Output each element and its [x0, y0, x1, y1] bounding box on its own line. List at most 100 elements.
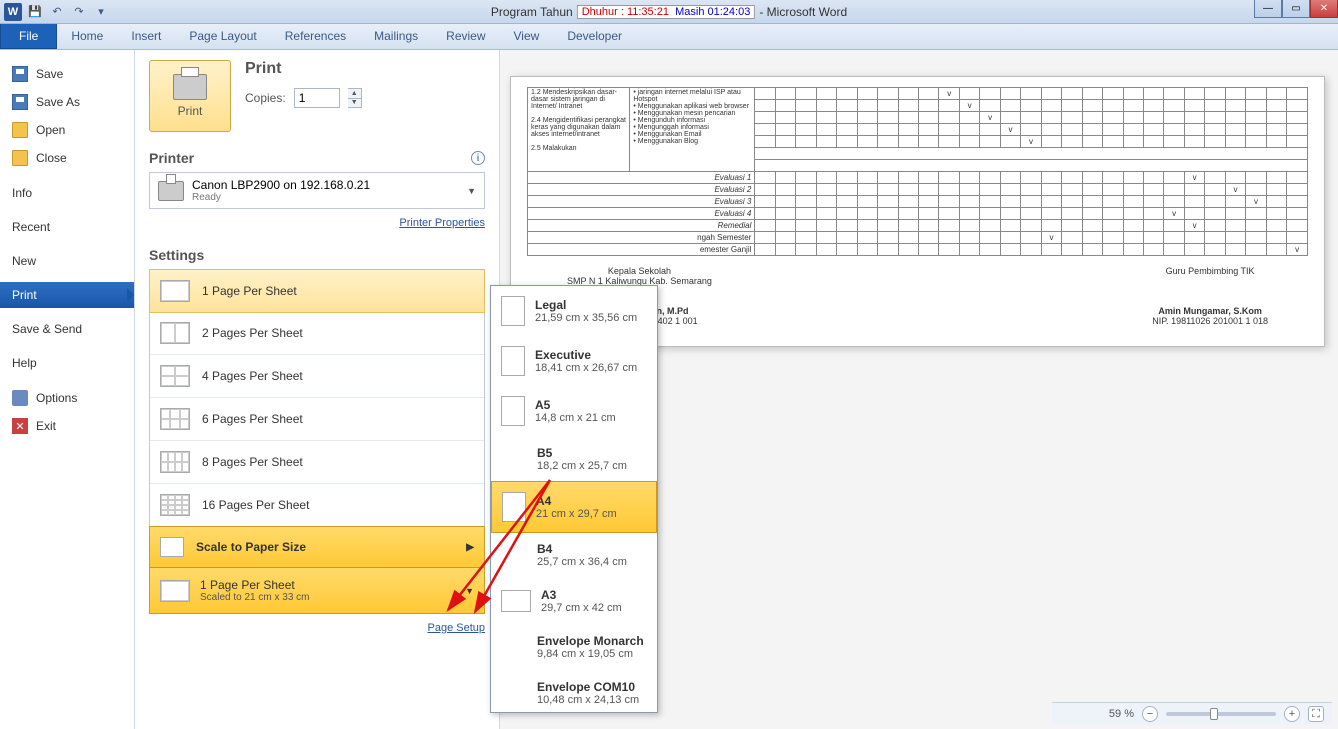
printer-section-header: Printer — [149, 150, 194, 166]
sidebar-close[interactable]: Close — [0, 144, 134, 172]
window-title: Program Tahun Dhuhur : 11:35:21 Masih 01… — [491, 5, 847, 19]
backstage-sidebar: Save Save As Open Close Info Recent New … — [0, 50, 135, 729]
chevron-right-icon: ▶ — [466, 542, 474, 553]
tab-references[interactable]: References — [271, 24, 360, 49]
paper-size-envelope-com10[interactable]: Envelope COM1010,48 cm x 24,13 cm — [491, 670, 657, 713]
printer-dropdown[interactable]: Canon LBP2900 on 192.168.0.21 Ready ▼ — [149, 172, 485, 209]
copies-input[interactable] — [294, 88, 340, 108]
paper-sheet-icon — [501, 590, 531, 612]
tab-home[interactable]: Home — [57, 24, 117, 49]
exit-icon: ✕ — [12, 418, 28, 434]
close-button[interactable]: ✕ — [1310, 0, 1338, 18]
sidebar-open[interactable]: Open — [0, 116, 134, 144]
sidebar-options[interactable]: Options — [0, 384, 134, 412]
ribbon: File Home Insert Page Layout References … — [0, 24, 1338, 50]
pps-2[interactable]: 2 Pages Per Sheet — [150, 312, 484, 355]
sidebar-save[interactable]: Save — [0, 60, 134, 88]
info-icon[interactable]: i — [471, 151, 485, 165]
qat-customize-icon[interactable]: ▾ — [92, 3, 110, 21]
scale-icon — [160, 537, 184, 557]
copies-label: Copies: — [245, 91, 286, 105]
minimize-button[interactable]: — — [1254, 0, 1282, 18]
word-icon: W — [4, 3, 22, 21]
copies-spinner[interactable]: ▲▼ — [348, 88, 362, 108]
paper-sheet-icon — [501, 396, 525, 426]
zoom-out-button[interactable]: − — [1142, 706, 1158, 722]
titlebar: W 💾 ↶ ↷ ▾ Program Tahun Dhuhur : 11:35:2… — [0, 0, 1338, 24]
prayer-time-widget: Dhuhur : 11:35:21 Masih 01:24:03 — [577, 5, 756, 19]
pps-4[interactable]: 4 Pages Per Sheet — [150, 355, 484, 398]
page-6-icon — [160, 408, 190, 430]
page-16-icon — [160, 494, 190, 516]
qat-redo-icon[interactable]: ↷ — [70, 3, 88, 21]
app-name: - Microsoft Word — [759, 5, 847, 19]
zoom-in-button[interactable]: + — [1284, 706, 1300, 722]
sidebar-recent[interactable]: Recent — [0, 214, 134, 240]
page-setup-link[interactable]: Page Setup — [428, 622, 486, 634]
maximize-button[interactable]: ▭ — [1282, 0, 1310, 18]
pps-1[interactable]: 1 Page Per Sheet — [149, 269, 485, 313]
sidebar-save-send[interactable]: Save & Send — [0, 316, 134, 342]
tab-view[interactable]: View — [500, 24, 554, 49]
sidebar-help[interactable]: Help — [0, 350, 134, 376]
pps-current[interactable]: 1 Page Per Sheet Scaled to 21 cm x 33 cm… — [149, 567, 485, 614]
qat-save-icon[interactable]: 💾 — [26, 3, 44, 21]
paper-sheet-icon — [502, 492, 526, 522]
tab-insert[interactable]: Insert — [117, 24, 175, 49]
file-tab[interactable]: File — [0, 24, 57, 49]
zoom-fit-button[interactable]: ⛶ — [1308, 706, 1324, 722]
page-4-icon — [160, 365, 190, 387]
paper-size-b4[interactable]: B425,7 cm x 36,4 cm — [491, 532, 657, 578]
pps-16[interactable]: 16 Pages Per Sheet — [150, 484, 484, 527]
paper-size-envelope-monarch[interactable]: Envelope Monarch9,84 cm x 19,05 cm — [491, 624, 657, 670]
page-8-icon — [160, 451, 190, 473]
printer-name: Canon LBP2900 on 192.168.0.21 — [192, 178, 370, 192]
sidebar-exit[interactable]: ✕Exit — [0, 412, 134, 440]
qat-undo-icon[interactable]: ↶ — [48, 3, 66, 21]
folder-open-icon — [12, 122, 28, 138]
print-panel: Print Print Copies: ▲▼ Printer i Canon LB… — [135, 50, 500, 729]
sidebar-print[interactable]: Print — [0, 282, 134, 308]
tab-mailings[interactable]: Mailings — [360, 24, 432, 49]
sidebar-new[interactable]: New — [0, 248, 134, 274]
pps-6[interactable]: 6 Pages Per Sheet — [150, 398, 484, 441]
tab-review[interactable]: Review — [432, 24, 499, 49]
paper-sheet-icon — [501, 346, 525, 376]
page-2-icon — [160, 322, 190, 344]
paper-size-legal[interactable]: Legal21,59 cm x 35,56 cm — [491, 286, 657, 336]
paper-size-b5[interactable]: B518,2 cm x 25,7 cm — [491, 436, 657, 482]
folder-close-icon — [12, 150, 28, 166]
backstage: Save Save As Open Close Info Recent New … — [0, 50, 1338, 729]
chevron-down-icon: ▼ — [465, 586, 474, 596]
save-icon — [12, 66, 28, 82]
window-controls: — ▭ ✕ — [1254, 0, 1338, 18]
paper-size-executive[interactable]: Executive18,41 cm x 26,67 cm — [491, 336, 657, 386]
document-name: Program Tahun — [491, 5, 573, 19]
pps-8[interactable]: 8 Pages Per Sheet — [150, 441, 484, 484]
sidebar-save-as[interactable]: Save As — [0, 88, 134, 116]
pages-per-sheet-menu: 1 Page Per Sheet 2 Pages Per Sheet 4 Pag… — [149, 269, 485, 614]
tab-page-layout[interactable]: Page Layout — [175, 24, 270, 49]
scale-to-paper-size[interactable]: Scale to Paper Size ▶ — [149, 526, 485, 568]
zoom-slider[interactable] — [1166, 712, 1276, 716]
quick-access-toolbar: W 💾 ↶ ↷ ▾ — [0, 3, 110, 21]
printer-icon — [173, 74, 207, 100]
paper-size-popup: Legal21,59 cm x 35,56 cmExecutive18,41 c… — [490, 285, 658, 713]
paper-size-a4[interactable]: A421 cm x 29,7 cm — [491, 481, 657, 533]
sidebar-info[interactable]: Info — [0, 180, 134, 206]
printer-status: Ready — [192, 192, 370, 203]
paper-size-a5[interactable]: A514,8 cm x 21 cm — [491, 386, 657, 436]
page-1-icon — [160, 280, 190, 302]
paper-size-a3[interactable]: A329,7 cm x 42 cm — [491, 578, 657, 624]
tab-developer[interactable]: Developer — [553, 24, 636, 49]
settings-section-header: Settings — [149, 247, 204, 263]
print-title: Print — [245, 60, 362, 78]
zoom-percent: 59 % — [1109, 708, 1134, 720]
options-icon — [12, 390, 28, 406]
page-current-icon — [160, 580, 190, 602]
paper-sheet-icon — [501, 296, 525, 326]
zoom-bar: 59 % − + ⛶ — [1052, 702, 1332, 725]
printer-properties-link[interactable]: Printer Properties — [399, 217, 485, 229]
preview-table: 1.2 Mendeskripsikan dasar-dasar sistem j… — [527, 87, 1308, 256]
print-button[interactable]: Print — [149, 60, 231, 132]
